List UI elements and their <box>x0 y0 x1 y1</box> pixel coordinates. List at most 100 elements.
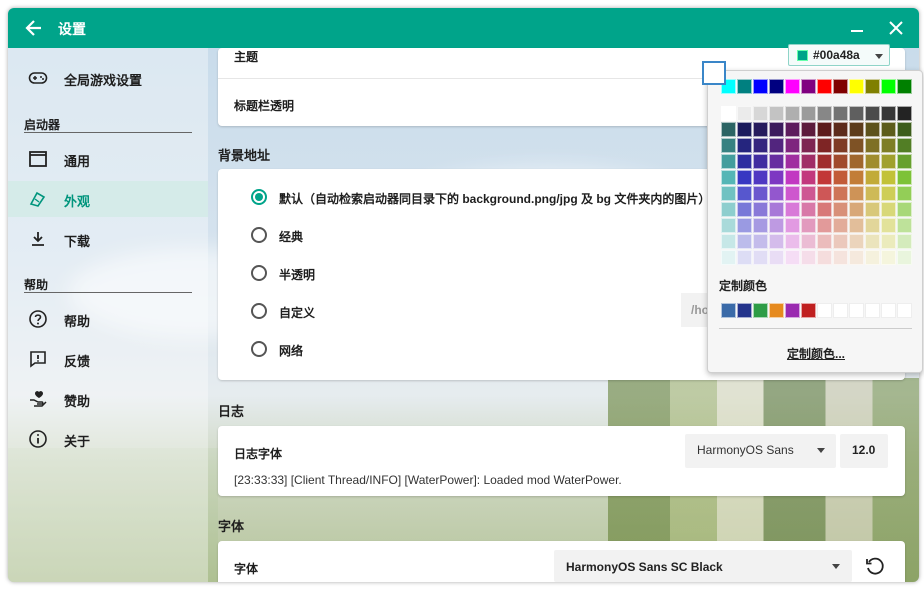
color-swatch[interactable] <box>721 154 736 169</box>
color-swatch[interactable] <box>897 250 912 265</box>
color-swatch[interactable] <box>721 170 736 185</box>
empty-custom-slot[interactable] <box>881 303 896 318</box>
color-swatch[interactable] <box>753 154 768 169</box>
empty-custom-slot[interactable] <box>865 303 880 318</box>
color-swatch[interactable] <box>753 250 768 265</box>
color-swatch[interactable] <box>817 218 832 233</box>
color-swatch[interactable] <box>801 202 816 217</box>
color-swatch[interactable] <box>753 186 768 201</box>
bg-radio-custom[interactable] <box>251 303 267 319</box>
color-swatch[interactable] <box>721 250 736 265</box>
sidebar-item-general[interactable]: 通用 <box>8 141 208 177</box>
theme-color-button[interactable]: #00a48a <box>788 44 890 66</box>
color-swatch[interactable] <box>833 234 848 249</box>
color-swatch[interactable] <box>849 122 864 137</box>
custom-color-swatch[interactable] <box>785 303 800 318</box>
close-icon[interactable] <box>886 18 906 38</box>
color-swatch[interactable] <box>881 154 896 169</box>
color-swatch[interactable] <box>753 170 768 185</box>
bg-radio-default[interactable] <box>251 189 267 205</box>
sidebar-item-help[interactable]: 帮助 <box>8 301 208 337</box>
sidebar-item-global-settings[interactable]: 全局游戏设置 <box>8 60 208 96</box>
color-swatch[interactable] <box>721 218 736 233</box>
color-swatch[interactable] <box>737 122 752 137</box>
color-swatch[interactable] <box>721 138 736 153</box>
color-swatch[interactable] <box>881 170 896 185</box>
color-swatch[interactable] <box>865 106 880 121</box>
color-swatch[interactable] <box>737 79 752 94</box>
color-swatch[interactable] <box>849 218 864 233</box>
color-swatch[interactable] <box>897 154 912 169</box>
color-swatch[interactable] <box>833 186 848 201</box>
color-swatch[interactable] <box>785 170 800 185</box>
color-swatch[interactable] <box>897 218 912 233</box>
color-swatch[interactable] <box>849 138 864 153</box>
color-swatch[interactable] <box>817 122 832 137</box>
color-swatch[interactable] <box>849 234 864 249</box>
custom-color-link[interactable]: 定制颜色... <box>708 345 924 362</box>
back-arrow-icon[interactable] <box>24 18 44 38</box>
color-swatch[interactable] <box>801 250 816 265</box>
empty-custom-slot[interactable] <box>897 303 912 318</box>
restore-icon[interactable] <box>864 555 886 577</box>
color-swatch[interactable] <box>849 154 864 169</box>
color-swatch[interactable] <box>865 138 880 153</box>
color-swatch[interactable] <box>801 218 816 233</box>
color-swatch[interactable] <box>897 202 912 217</box>
color-swatch[interactable] <box>801 154 816 169</box>
color-swatch[interactable] <box>897 122 912 137</box>
color-swatch[interactable] <box>817 202 832 217</box>
color-swatch[interactable] <box>881 138 896 153</box>
color-swatch[interactable] <box>897 234 912 249</box>
color-swatch[interactable] <box>801 79 816 94</box>
bg-radio-classic[interactable] <box>251 227 267 243</box>
color-swatch[interactable] <box>753 218 768 233</box>
color-swatch[interactable] <box>833 202 848 217</box>
color-swatch[interactable] <box>753 138 768 153</box>
color-swatch[interactable] <box>737 170 752 185</box>
color-swatch[interactable] <box>769 234 784 249</box>
color-swatch[interactable] <box>881 122 896 137</box>
color-swatch[interactable] <box>897 106 912 121</box>
color-swatch[interactable] <box>833 154 848 169</box>
color-swatch[interactable] <box>817 106 832 121</box>
color-swatch[interactable] <box>801 170 816 185</box>
color-swatch[interactable] <box>769 106 784 121</box>
color-swatch[interactable] <box>897 170 912 185</box>
color-swatch[interactable] <box>737 186 752 201</box>
color-swatch[interactable] <box>801 122 816 137</box>
color-swatch[interactable] <box>881 79 896 94</box>
color-swatch[interactable] <box>785 79 800 94</box>
color-swatch[interactable] <box>753 234 768 249</box>
color-swatch[interactable] <box>865 122 880 137</box>
color-swatch[interactable] <box>785 154 800 169</box>
custom-color-swatch[interactable] <box>721 303 736 318</box>
color-swatch[interactable] <box>865 154 880 169</box>
custom-color-swatch[interactable] <box>769 303 784 318</box>
color-swatch[interactable] <box>833 250 848 265</box>
sidebar-item-sponsor[interactable]: 赞助 <box>8 381 208 417</box>
color-swatch[interactable] <box>865 218 880 233</box>
empty-custom-slot[interactable] <box>849 303 864 318</box>
color-swatch[interactable] <box>769 202 784 217</box>
color-swatch[interactable] <box>833 106 848 121</box>
color-swatch[interactable] <box>737 234 752 249</box>
color-swatch[interactable] <box>737 154 752 169</box>
color-swatch[interactable] <box>753 79 768 94</box>
color-swatch[interactable] <box>833 79 848 94</box>
color-swatch[interactable] <box>865 250 880 265</box>
color-swatch[interactable] <box>769 170 784 185</box>
color-swatch[interactable] <box>849 106 864 121</box>
log-font-select[interactable]: HarmonyOS Sans <box>685 434 836 468</box>
color-swatch[interactable] <box>785 202 800 217</box>
color-swatch[interactable] <box>849 79 864 94</box>
color-swatch[interactable] <box>785 218 800 233</box>
color-swatch[interactable] <box>881 218 896 233</box>
color-swatch[interactable] <box>833 170 848 185</box>
color-swatch[interactable] <box>865 79 880 94</box>
custom-color-swatch[interactable] <box>737 303 752 318</box>
color-swatch[interactable] <box>785 186 800 201</box>
font-select[interactable]: HarmonyOS Sans SC Black <box>554 550 852 582</box>
color-swatch[interactable] <box>881 186 896 201</box>
color-swatch[interactable] <box>737 106 752 121</box>
